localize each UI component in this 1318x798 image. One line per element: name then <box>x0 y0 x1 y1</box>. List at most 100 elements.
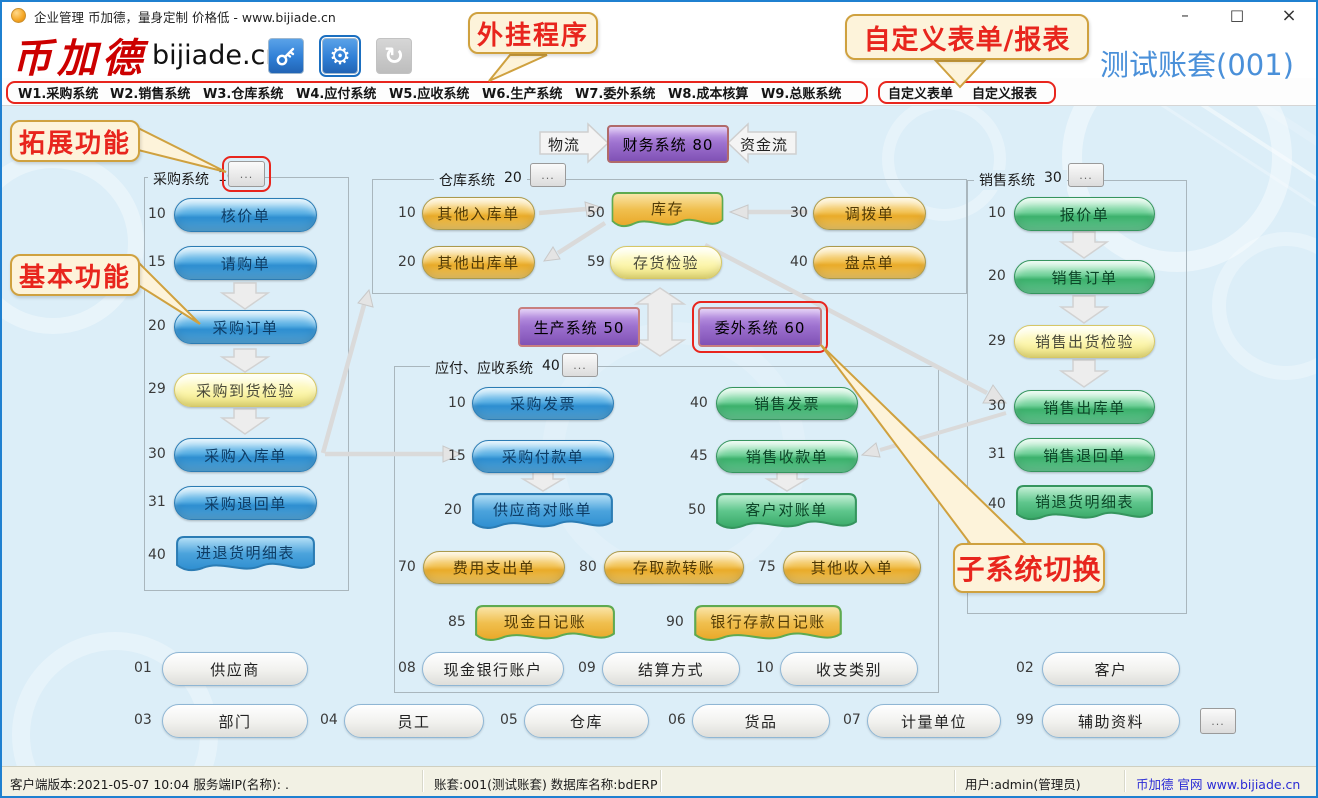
purchase-item-no: 20 <box>148 318 166 334</box>
sales-item-10[interactable]: 报价单 <box>1014 197 1155 231</box>
payable-item-90[interactable]: 银行存款日记账 <box>692 604 844 647</box>
purchase-item-no: 10 <box>148 206 166 222</box>
finance-system-button[interactable]: 财务系统 80 <box>607 125 729 163</box>
basedata-settlement-method[interactable]: 结算方式 <box>602 652 740 686</box>
callout-custom-forms: 自定义表单/报表 <box>845 14 1089 60</box>
menu-w8-costing[interactable]: W8.成本核算 <box>668 83 748 102</box>
basedata-more-button[interactable]: ... <box>1200 708 1236 734</box>
payable-title-text: 应付、应收系统 <box>435 358 533 378</box>
basedata-department[interactable]: 部门 <box>162 704 308 738</box>
sales-item-no: 20 <box>988 268 1006 284</box>
sales-item-29[interactable]: 销售出货检验 <box>1014 325 1155 358</box>
status-user: 用户:admin(管理员) <box>965 774 1081 793</box>
sales-item-30[interactable]: 销售出库单 <box>1014 390 1155 424</box>
purchase-item-31[interactable]: 采购退回单 <box>174 486 317 520</box>
menu-w5-receivable[interactable]: W5.应收系统 <box>389 83 469 102</box>
menu-custom-form[interactable]: 自定义表单 <box>888 83 953 102</box>
payable-more-button[interactable]: ... <box>562 353 598 377</box>
menu-w3-warehouse[interactable]: W3.仓库系统 <box>203 83 283 102</box>
sales-item-no: 40 <box>988 496 1006 512</box>
payable-item-80[interactable]: 存取款转账 <box>604 551 744 584</box>
payable-item-15[interactable]: 采购付款单 <box>472 440 614 473</box>
basedata-customer[interactable]: 客户 <box>1042 652 1180 686</box>
maximize-button[interactable]: □ <box>1214 2 1260 28</box>
menu-w9-ledger[interactable]: W9.总账系统 <box>761 83 841 102</box>
basedata-cash-bank-account[interactable]: 现金银行账户 <box>422 652 564 686</box>
basedata-goods[interactable]: 货品 <box>692 704 830 738</box>
sales-more-button[interactable]: ... <box>1068 163 1104 187</box>
payable-item-20[interactable]: 供应商对账单 <box>470 492 615 535</box>
basedata-employee[interactable]: 员工 <box>344 704 484 738</box>
payable-item-no: 10 <box>448 395 466 411</box>
app-window: 企业管理 币加德，量身定制 价格低 - www.bijiade.cn – □ ×… <box>0 0 1318 798</box>
gear-icon[interactable]: ⚙ <box>322 38 358 74</box>
warehouse-item-no: 20 <box>398 254 416 270</box>
basedata-no: 04 <box>320 712 338 728</box>
sales-item-no: 30 <box>988 398 1006 414</box>
sales-item-31[interactable]: 销售退回单 <box>1014 438 1155 472</box>
warehouse-item-20[interactable]: 其他出库单 <box>422 246 535 279</box>
warehouse-item-40[interactable]: 盘点单 <box>813 246 926 279</box>
warehouse-item-10[interactable]: 其他入库单 <box>422 197 535 230</box>
warehouse-item-50[interactable]: 库存 <box>610 191 725 233</box>
status-bar: 客户端版本:2021-05-07 10:04 服务端IP(名称): . 账套:0… <box>2 766 1316 797</box>
basedata-income-expense-type: 10 <box>756 660 774 676</box>
menu-custom-report[interactable]: 自定义报表 <box>972 83 1037 102</box>
basedata-no: 99 <box>1016 712 1034 728</box>
payable-item-40[interactable]: 销售发票 <box>716 387 858 420</box>
sales-item-40[interactable]: 销退货明细表 <box>1014 484 1155 526</box>
purchase-more-button[interactable]: ... <box>228 161 265 187</box>
payable-item-75[interactable]: 其他收入单 <box>783 551 921 584</box>
basedata-income-expense-type[interactable]: 收支类别 <box>780 652 918 686</box>
menu-w6-production[interactable]: W6.生产系统 <box>482 83 562 102</box>
warehouse-section-title: 仓库系统20 <box>434 170 527 190</box>
warehouse-more-button[interactable]: ... <box>530 163 566 187</box>
callout-extended: 拓展功能 <box>10 120 140 162</box>
purchase-item-20[interactable]: 采购订单 <box>174 310 317 344</box>
key-icon[interactable] <box>268 38 304 74</box>
account-badge: 测试账套(001) <box>1100 42 1294 84</box>
status-divider <box>1124 770 1126 792</box>
basedata-no: 01 <box>134 660 152 676</box>
basedata-unit[interactable]: 计量单位 <box>867 704 1001 738</box>
close-button[interactable]: × <box>1266 2 1312 28</box>
status-divider <box>660 770 662 792</box>
purchase-item-no: 15 <box>148 254 166 270</box>
menu-w2-sales[interactable]: W2.销售系统 <box>110 83 190 102</box>
menu-w1-purchase[interactable]: W1.采购系统 <box>18 83 98 102</box>
menu-w4-payable[interactable]: W4.应付系统 <box>296 83 376 102</box>
purchase-item-15[interactable]: 请购单 <box>174 246 317 280</box>
warehouse-title-code: 20 <box>504 170 522 190</box>
basedata-supplier[interactable]: 供应商 <box>162 652 308 686</box>
refresh-icon[interactable]: ↻ <box>376 38 412 74</box>
purchase-item-no: 31 <box>148 494 166 510</box>
payable-item-45[interactable]: 销售收款单 <box>716 440 858 473</box>
purchase-item-40[interactable]: 进退货明细表 <box>174 535 317 577</box>
payable-section-title: 应付、应收系统40 <box>430 358 565 378</box>
payable-item-85[interactable]: 现金日记账 <box>473 604 617 647</box>
payable-item-70[interactable]: 费用支出单 <box>423 551 565 584</box>
payable-item-no: 50 <box>688 502 706 518</box>
sales-item-20[interactable]: 销售订单 <box>1014 260 1155 294</box>
purchase-item-no: 40 <box>148 547 166 563</box>
capital-label: 资金流 <box>740 134 788 155</box>
outsourcing-system-button[interactable]: 委外系统 60 <box>698 307 822 347</box>
production-system-button[interactable]: 生产系统 50 <box>518 307 640 347</box>
minimize-button[interactable]: – <box>1162 2 1208 28</box>
basedata-warehouse[interactable]: 仓库 <box>524 704 649 738</box>
menu-w7-outsource[interactable]: W7.委外系统 <box>575 83 655 102</box>
purchase-item-29[interactable]: 采购到货检验 <box>174 373 317 407</box>
payable-item-no: 45 <box>690 448 708 464</box>
status-website-link[interactable]: 币加德 官网 www.bijiade.cn <box>1136 774 1300 793</box>
warehouse-item-59[interactable]: 存货检验 <box>610 246 722 279</box>
basedata-auxiliary[interactable]: 辅助资料 <box>1042 704 1180 738</box>
warehouse-item-no: 30 <box>790 205 808 221</box>
payable-item-10[interactable]: 采购发票 <box>472 387 614 420</box>
purchase-item-30[interactable]: 采购入库单 <box>174 438 317 472</box>
purchase-item-10[interactable]: 核价单 <box>174 198 317 232</box>
sales-item-no: 10 <box>988 205 1006 221</box>
payable-item-50[interactable]: 客户对账单 <box>714 492 859 535</box>
app-icon <box>11 8 26 23</box>
basedata-no: 06 <box>668 712 686 728</box>
warehouse-item-30[interactable]: 调拨单 <box>813 197 926 230</box>
